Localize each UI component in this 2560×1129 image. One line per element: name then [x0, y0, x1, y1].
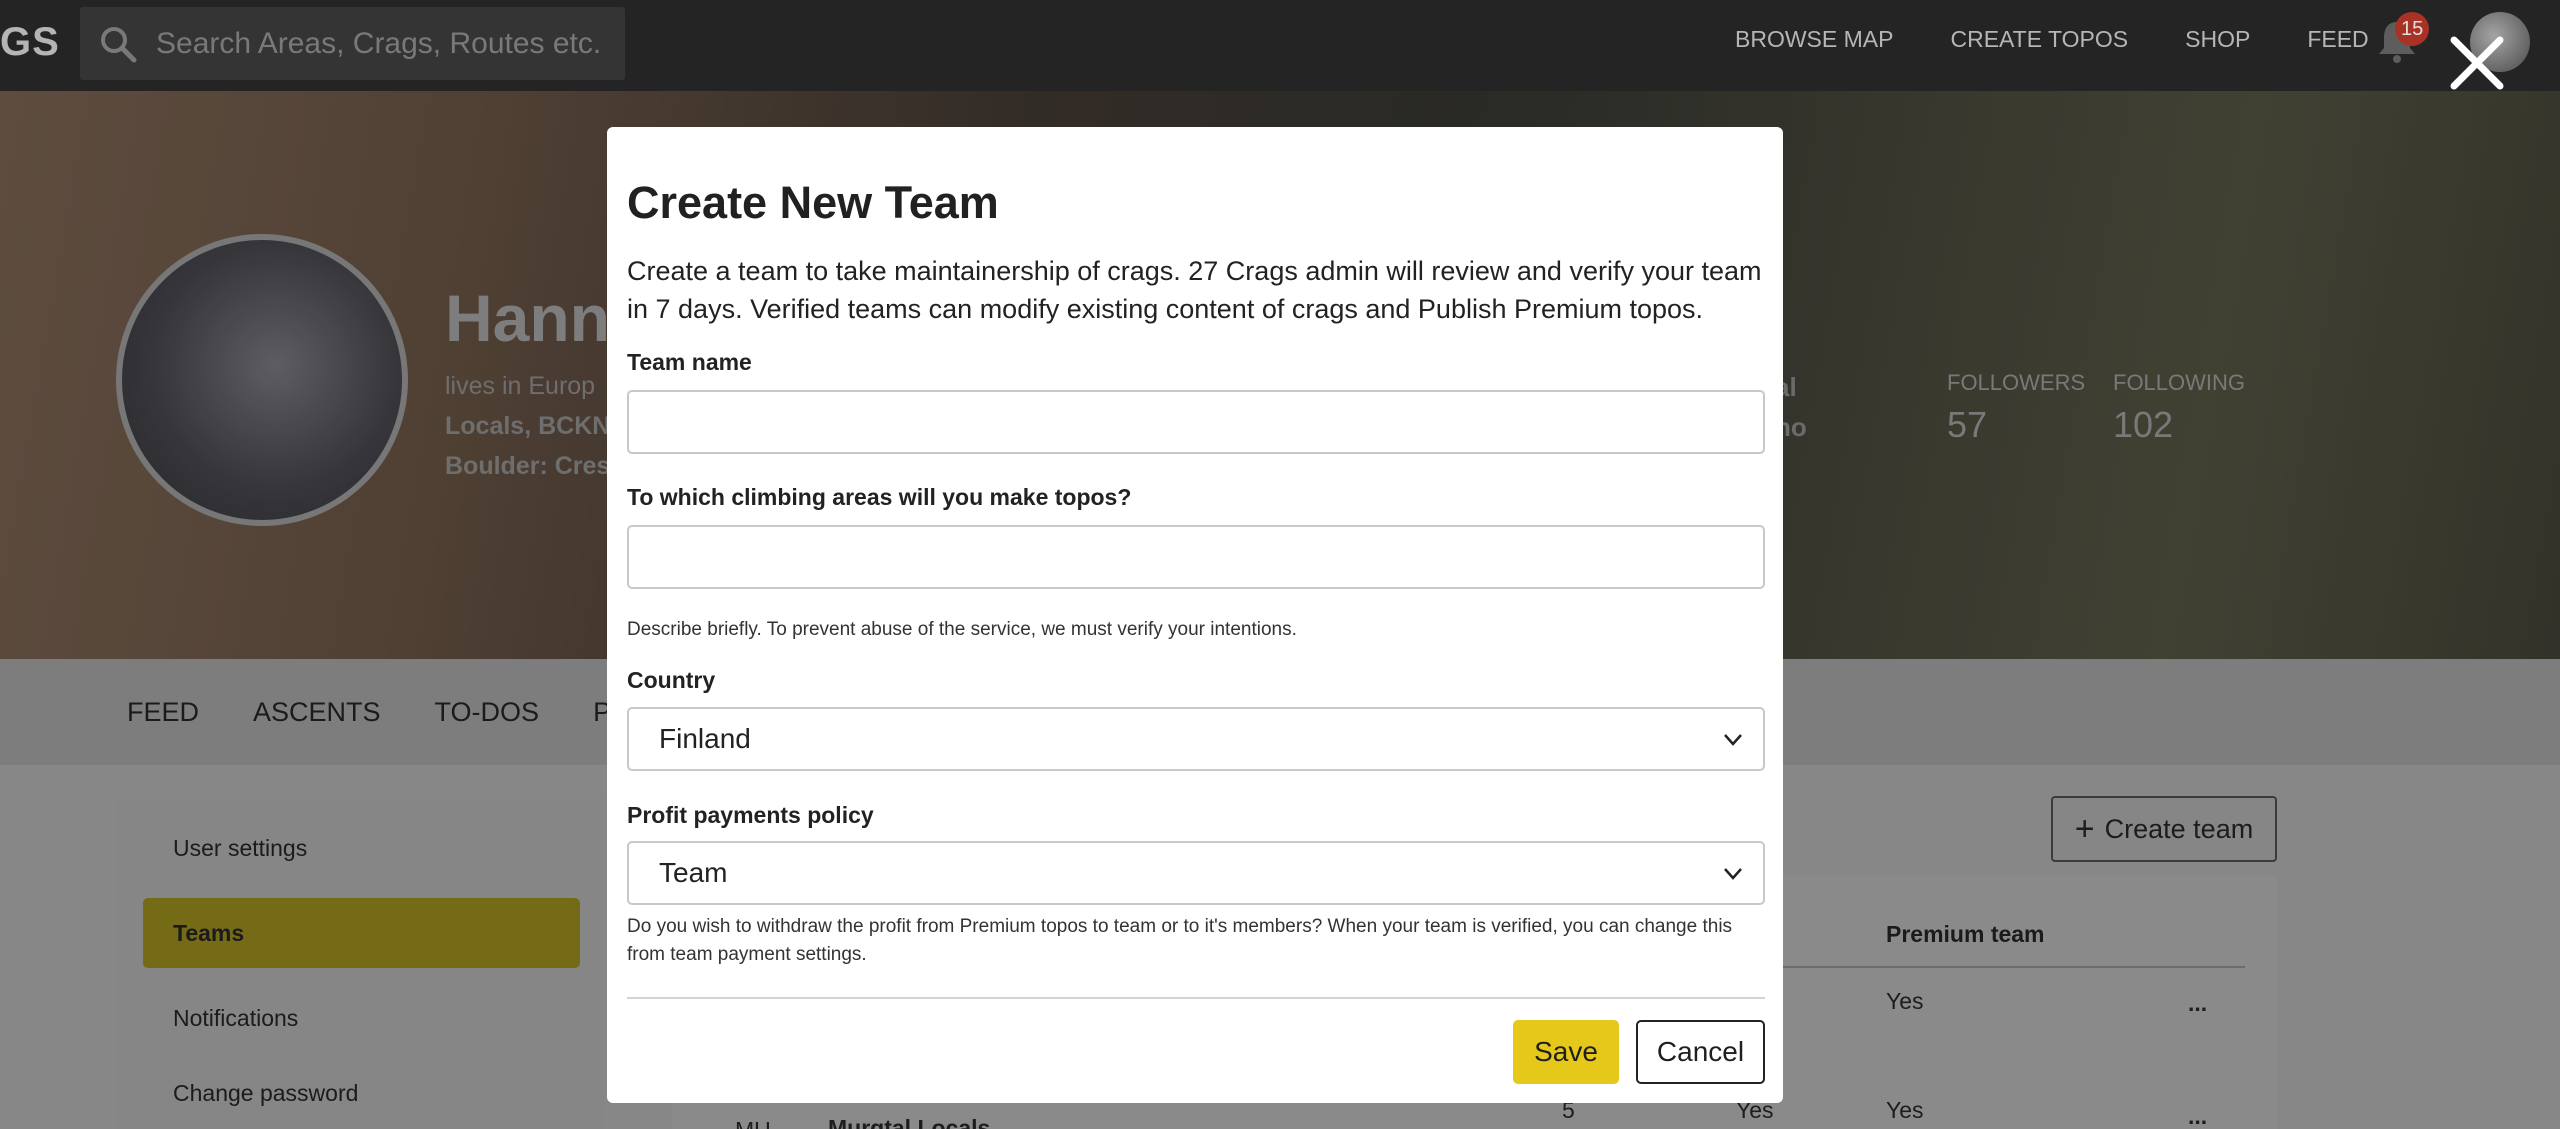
country-select[interactable]: Finland	[627, 707, 1765, 771]
climbing-areas-label: To which climbing areas will you make to…	[627, 484, 1132, 510]
save-button[interactable]: Save	[1513, 1020, 1619, 1084]
country-label: Country	[627, 667, 716, 693]
profit-policy-help: Do you wish to withdraw the profit from …	[627, 916, 1733, 965]
team-name-input[interactable]	[627, 390, 1765, 454]
team-name-label: Team name	[627, 349, 752, 375]
chevron-down-icon	[1724, 734, 1742, 746]
create-team-modal: Create New Team Create a team to take ma…	[607, 127, 1783, 1103]
modal-description: Create a team to take maintainership of …	[627, 256, 1762, 324]
chevron-down-icon	[1724, 868, 1742, 880]
close-icon[interactable]	[2448, 34, 2506, 92]
country-value: Finland	[659, 723, 751, 754]
climbing-areas-help: Describe briefly. To prevent abuse of th…	[627, 619, 1297, 640]
climbing-areas-input[interactable]	[627, 525, 1765, 589]
modal-title: Create New Team	[627, 177, 999, 228]
modal-divider	[627, 997, 1765, 999]
profit-policy-value: Team	[659, 857, 728, 888]
profit-policy-select[interactable]: Team	[627, 841, 1765, 905]
profit-policy-label: Profit payments policy	[627, 802, 874, 828]
cancel-button[interactable]: Cancel	[1636, 1020, 1765, 1084]
